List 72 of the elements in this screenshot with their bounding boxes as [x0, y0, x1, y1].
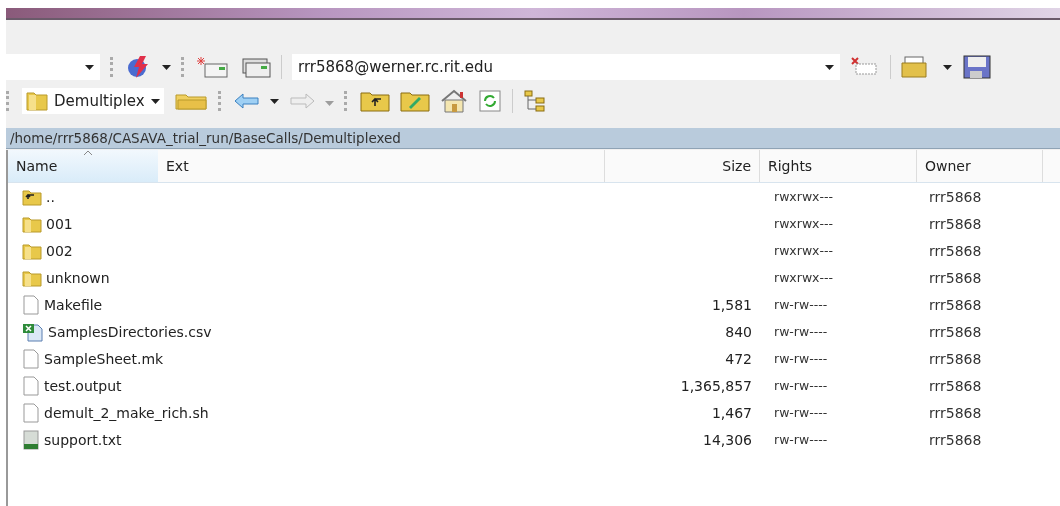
- file-owner: rrr5868: [929, 242, 982, 259]
- path-bar: /home/rrr5868/CASAVA_trial_run/BaseCalls/Demultiplexed: [6, 128, 1060, 149]
- dropdown-arrow-icon[interactable]: [825, 64, 834, 70]
- sessions-icon[interactable]: [241, 55, 271, 79]
- file-icon: [22, 375, 40, 396]
- file-rights: rw-rw----: [774, 324, 828, 339]
- file-rights: rwxrwx---: [774, 243, 834, 258]
- file-owner: rrr5868: [929, 296, 982, 313]
- file-rights: rwxrwx---: [774, 189, 834, 204]
- file-name[interactable]: support.txt: [44, 431, 122, 448]
- column-header[interactable]: Rights: [760, 150, 917, 182]
- back-arrow-icon[interactable]: [233, 93, 260, 109]
- file-rights: rw-rw----: [774, 405, 828, 420]
- file-size: 14,306: [703, 431, 752, 448]
- home-icon[interactable]: [439, 89, 468, 113]
- file-owner: rrr5868: [929, 404, 982, 421]
- file-icon: [22, 348, 40, 369]
- file-rights: rw-rw----: [774, 432, 828, 447]
- folder-icon: [26, 90, 48, 112]
- dropdown-arrow-icon[interactable]: [85, 64, 94, 70]
- column-header[interactable]: Name: [8, 150, 158, 182]
- folder-icon: [22, 214, 42, 233]
- file-icon: [22, 294, 40, 315]
- dropdown-arrow-icon[interactable]: [269, 98, 279, 104]
- dropdown-arrow-icon[interactable]: [943, 64, 952, 70]
- file-owner: rrr5868: [929, 215, 982, 232]
- new-session-icon[interactable]: [197, 55, 231, 79]
- file-name[interactable]: unknown: [46, 269, 110, 286]
- file-owner: rrr5868: [929, 323, 982, 340]
- file-size: 1,581: [711, 296, 752, 313]
- drive-dropdown[interactable]: Demultiplex: [22, 88, 164, 114]
- file-name[interactable]: demult_2_make_rich.sh: [44, 404, 209, 421]
- host-field[interactable]: rrr5868@werner.rc.rit.edu: [292, 54, 840, 80]
- sort-caret-icon: [83, 150, 93, 156]
- file-owner: rrr5868: [929, 431, 982, 448]
- disconnect-icon[interactable]: [850, 56, 880, 78]
- refresh-icon[interactable]: [477, 89, 502, 113]
- file-size: 840: [725, 323, 752, 340]
- edit-folder-icon[interactable]: [399, 90, 430, 112]
- file-name[interactable]: 001: [46, 215, 73, 232]
- file-owner: rrr5868: [929, 377, 982, 394]
- dropdown-arrow-icon[interactable]: [162, 64, 171, 70]
- file-icon: [22, 402, 40, 423]
- file-name[interactable]: 002: [46, 242, 73, 259]
- folder-icon: [22, 268, 42, 287]
- file-size: 1,467: [711, 404, 752, 421]
- file-rights: rwxrwx---: [774, 216, 834, 231]
- folder-icon: [22, 241, 42, 260]
- file-rights: rw-rw----: [774, 351, 828, 366]
- file-size: 472: [725, 350, 752, 367]
- column-header[interactable]: Size: [605, 150, 760, 182]
- file-rights: rw-rw----: [774, 297, 828, 312]
- file-name[interactable]: ..: [46, 188, 55, 205]
- file-size: 1,365,857: [680, 377, 752, 394]
- spreadsheet-icon: [22, 321, 44, 342]
- file-owner: rrr5868: [929, 188, 982, 205]
- dropdown-arrow-icon[interactable]: [150, 98, 160, 104]
- file-name[interactable]: SamplesDirectories.csv: [48, 323, 212, 340]
- file-name[interactable]: SampleSheet.mk: [44, 350, 164, 367]
- column-header[interactable]: Owner: [917, 150, 1043, 182]
- file-name[interactable]: Makefile: [44, 296, 103, 313]
- file-name[interactable]: test.output: [44, 377, 122, 394]
- parent-folder-icon: [22, 187, 42, 206]
- text-file-icon: [22, 429, 40, 450]
- file-owner: rrr5868: [929, 350, 982, 367]
- save-icon[interactable]: [962, 54, 992, 80]
- file-owner: rrr5868: [929, 269, 982, 286]
- parent-folder-icon[interactable]: [359, 90, 390, 112]
- tree-icon[interactable]: [522, 90, 547, 112]
- file-rights: rwxrwx---: [774, 270, 834, 285]
- file-rights: rw-rw----: [774, 378, 828, 393]
- column-header[interactable]: Ext: [158, 150, 605, 182]
